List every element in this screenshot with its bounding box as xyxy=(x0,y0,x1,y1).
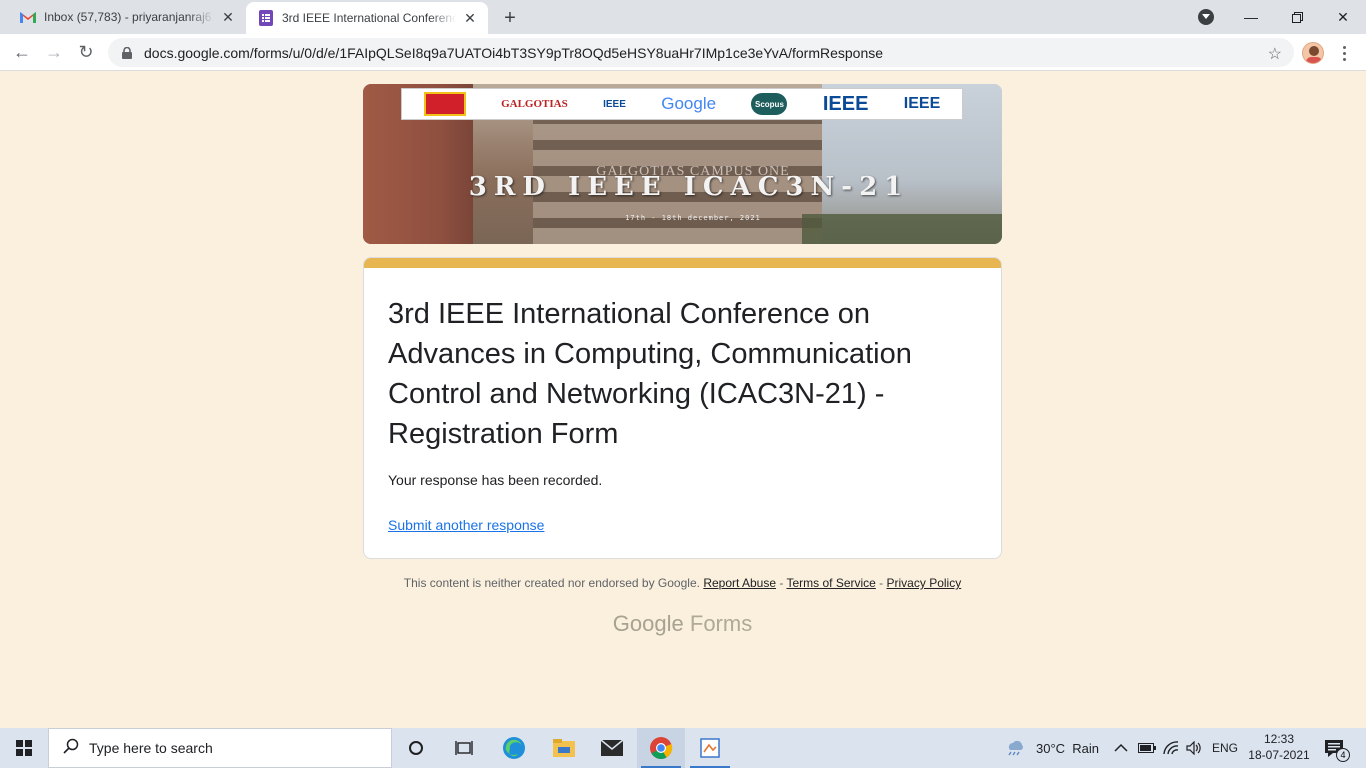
submit-another-response-link[interactable]: Submit another response xyxy=(388,517,544,533)
rain-cloud-icon xyxy=(1004,738,1026,759)
action-center-icon[interactable]: 4 xyxy=(1322,736,1350,762)
new-tab-button[interactable]: + xyxy=(498,6,522,30)
edge-browser-icon[interactable] xyxy=(490,728,538,768)
restore-icon[interactable] xyxy=(1274,0,1320,34)
battery-icon[interactable] xyxy=(1138,728,1156,768)
chrome-icon[interactable] xyxy=(637,728,685,768)
paint-app-icon[interactable] xyxy=(686,728,734,768)
address-bar[interactable]: docs.google.com/forms/u/0/d/e/1FAIpQLSeI… xyxy=(108,38,1294,67)
search-icon xyxy=(63,738,79,759)
event-title: 3RD IEEE ICAC3N-21 xyxy=(468,172,910,202)
galgotias-logo: GALGOTIAS xyxy=(501,98,568,110)
confirmation-message: Your response has been recorded. xyxy=(388,472,603,488)
file-explorer-icon[interactable] xyxy=(540,728,588,768)
google-logo: Google xyxy=(661,94,717,113)
tab-title: 3rd IEEE International Conference xyxy=(282,11,456,25)
google-forms-logo[interactable]: Google Forms xyxy=(363,611,1002,637)
url-text: docs.google.com/forms/u/0/d/e/1FAIpQLSeI… xyxy=(144,44,884,61)
form-footer: This content is neither created nor endo… xyxy=(403,576,962,590)
tab-google-form[interactable]: 3rd IEEE International Conference ✕ xyxy=(246,2,488,34)
search-placeholder: Type here to search xyxy=(89,740,213,756)
browser-toolbar: ← → ↻ docs.google.com/forms/u/0/d/e/1FAI… xyxy=(0,34,1366,71)
browser-menu-icon[interactable] xyxy=(1336,42,1352,64)
event-dates: 17th - 18th december, 2021 xyxy=(625,214,761,222)
tab-gmail-inbox[interactable]: Inbox (57,783) - priyaranjanraj619@gmail… xyxy=(8,0,246,34)
gmail-icon xyxy=(20,9,36,25)
browser-tab-strip: Inbox (57,783) - priyaranjanraj619@gmail… xyxy=(0,0,1366,34)
wifi-icon[interactable] xyxy=(1163,728,1179,768)
notification-count: 4 xyxy=(1336,748,1350,762)
form-title: 3rd IEEE International Conference on Adv… xyxy=(388,298,912,450)
windows-taskbar: Type here to search 30°C Rain ENG 12:33 … xyxy=(0,728,1366,768)
windows-logo-icon xyxy=(16,740,32,756)
minimize-icon[interactable]: — xyxy=(1228,0,1274,34)
close-tab-icon[interactable]: ✕ xyxy=(218,7,238,27)
lock-icon[interactable] xyxy=(120,46,134,60)
clock-time: 12:33 xyxy=(1263,732,1295,746)
mail-icon[interactable] xyxy=(588,728,636,768)
scopus-logo: Scopus xyxy=(751,93,788,115)
card-accent-bar xyxy=(364,258,1001,268)
privacy-policy-link[interactable]: Privacy Policy xyxy=(887,576,962,590)
weather-text: 30°C Rain xyxy=(1036,740,1100,756)
reload-icon[interactable]: ↻ xyxy=(72,38,100,66)
taskbar-search-box[interactable]: Type here to search xyxy=(48,728,392,768)
disclaimer-text: This content is neither created nor endo… xyxy=(403,576,700,590)
close-window-icon[interactable]: ✕ xyxy=(1320,0,1366,34)
weather-widget[interactable]: 30°C Rain xyxy=(1004,728,1099,768)
clock-date: 18-07-2021 xyxy=(1248,748,1310,762)
input-language-indicator[interactable]: ENG xyxy=(1212,728,1238,768)
report-abuse-link[interactable]: Report Abuse xyxy=(703,576,776,590)
close-tab-icon[interactable]: ✕ xyxy=(460,8,480,28)
volume-icon[interactable] xyxy=(1186,728,1202,768)
forward-arrow-icon[interactable]: → xyxy=(40,38,68,66)
task-view-icon[interactable] xyxy=(440,728,488,768)
sponsor-logo-strip: GALGOTIAS IEEE Google Scopus IEEE IEEE xyxy=(401,88,963,120)
show-hidden-icons-chevron-icon[interactable] xyxy=(1114,728,1128,768)
profile-avatar[interactable] xyxy=(1302,42,1324,64)
ieee-logo: IEEE xyxy=(822,92,869,115)
tab-title: Inbox (57,783) - priyaranjanraj619@gmail… xyxy=(44,10,214,24)
tab-search-icon[interactable] xyxy=(1198,9,1214,25)
cortana-icon[interactable] xyxy=(392,728,440,768)
start-button[interactable] xyxy=(0,728,48,768)
response-card: 3rd IEEE International Conference on Adv… xyxy=(363,257,1002,559)
terms-of-service-link[interactable]: Terms of Service xyxy=(786,576,875,590)
back-arrow-icon[interactable]: ← xyxy=(8,38,36,66)
system-clock[interactable]: 12:33 18-07-2021 xyxy=(1246,731,1312,763)
university-badge-icon xyxy=(423,92,466,116)
ieee-up-section-logo: IEEE xyxy=(903,95,941,112)
bookmark-star-icon[interactable]: ☆ xyxy=(1268,44,1282,64)
form-header-image: GALGOTIAS IEEE Google Scopus IEEE IEEE G… xyxy=(363,84,1002,244)
ieee-small-logo: IEEE xyxy=(603,98,626,110)
google-forms-icon xyxy=(258,10,274,26)
